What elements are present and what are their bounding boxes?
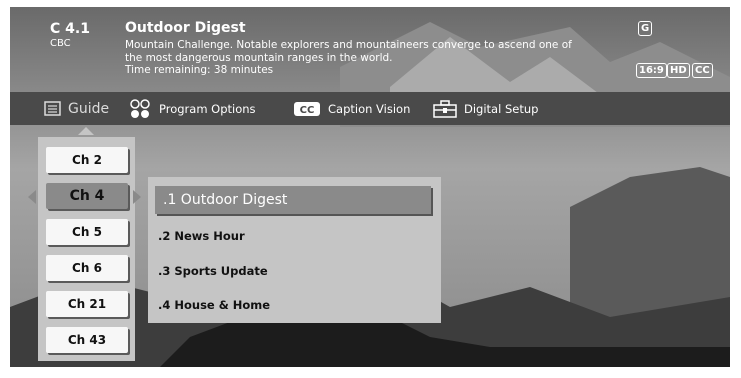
network-name: CBC: [50, 38, 71, 49]
program-description: Mountain Challenge. Notable explorers an…: [125, 39, 572, 64]
program-options-icon: [130, 98, 150, 118]
subchannel-panel: .1 Outdoor Digest .2 News Hour .3 Sports…: [148, 177, 441, 323]
svg-text:CC: CC: [300, 105, 315, 116]
tab-program-options-label: Program Options: [159, 101, 256, 116]
time-remaining: Time remaining: 38 minutes: [125, 64, 274, 76]
tab-digital-setup-label: Digital Setup: [464, 101, 539, 116]
aspect-ratio-badge: 16:9: [636, 63, 667, 78]
rating-badge: G: [638, 21, 653, 36]
cc-badge: CC: [692, 63, 713, 78]
tab-guide-label: Guide: [68, 100, 110, 117]
guide-icon: [44, 101, 61, 116]
tab-digital-setup[interactable]: Digital Setup: [433, 92, 538, 125]
left-arrow-icon[interactable]: [28, 190, 36, 204]
channel-item[interactable]: Ch 6: [46, 255, 128, 281]
closed-caption-icon: CC: [294, 101, 320, 116]
program-title: Outdoor Digest: [125, 20, 246, 36]
subchannel-item-selected[interactable]: .1 Outdoor Digest: [155, 186, 431, 214]
guide-pointer-icon: [78, 127, 94, 135]
hd-badge: HD: [667, 63, 690, 78]
toolbox-icon: [433, 99, 457, 118]
channel-number: C 4.1: [50, 21, 90, 37]
channel-item[interactable]: Ch 5: [46, 219, 128, 245]
subchannel-item[interactable]: .2 News Hour: [158, 229, 245, 243]
tv-screen: C 4.1 CBC Outdoor Digest Mountain Challe…: [10, 7, 730, 367]
program-info-banner: C 4.1 CBC Outdoor Digest Mountain Challe…: [10, 7, 730, 92]
main-menu-bar: Guide Program Options CC Caption Vision: [10, 92, 730, 125]
subchannel-item[interactable]: .4 House & Home: [158, 298, 270, 312]
tab-program-options[interactable]: Program Options: [130, 92, 256, 125]
tab-caption-vision-label: Caption Vision: [328, 101, 411, 116]
channel-item[interactable]: Ch 43: [46, 327, 128, 353]
channel-item[interactable]: Ch 21: [46, 291, 128, 317]
channel-list: Ch 2 Ch 4 Ch 5 Ch 6 Ch 21 Ch 43: [38, 137, 135, 361]
subchannel-item[interactable]: .3 Sports Update: [158, 264, 268, 278]
channel-item[interactable]: Ch 2: [46, 147, 128, 173]
tab-guide[interactable]: Guide: [44, 92, 109, 125]
right-arrow-icon[interactable]: [133, 190, 141, 204]
tab-caption-vision[interactable]: CC Caption Vision: [293, 92, 410, 125]
channel-item-selected[interactable]: Ch 4: [46, 183, 128, 209]
